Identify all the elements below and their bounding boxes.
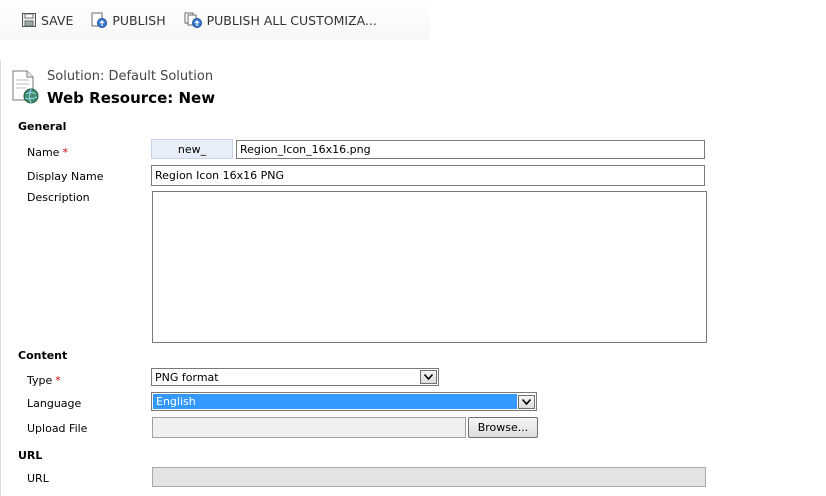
language-label: Language: [27, 397, 82, 410]
publish-icon: [91, 12, 108, 28]
general-section-heading: General: [18, 120, 67, 133]
name-label: Name: [27, 146, 60, 159]
url-section-heading: URL: [18, 449, 43, 462]
required-marker: *: [62, 146, 68, 159]
upload-file-input[interactable]: [152, 417, 466, 438]
description-textarea[interactable]: [152, 191, 707, 343]
publish-all-button[interactable]: PUBLISH ALL CUSTOMIZA...: [184, 12, 377, 28]
left-border: [0, 60, 1, 496]
url-input: [152, 467, 706, 487]
description-label: Description: [27, 191, 90, 204]
display-name-label: Display Name: [27, 170, 104, 183]
type-select-value: PNG format: [155, 370, 219, 384]
command-bar: SAVE PUBLISH PUBLISH ALL CUSTOMIZA...: [0, 0, 430, 40]
chevron-down-icon[interactable]: [518, 394, 535, 409]
web-resource-icon: [12, 70, 40, 108]
publish-button[interactable]: PUBLISH: [91, 12, 166, 28]
publish-label: PUBLISH: [112, 12, 166, 28]
name-label-row: Name *: [27, 146, 68, 159]
language-select[interactable]: English: [151, 392, 537, 411]
url-label: URL: [27, 472, 49, 485]
type-label: Type: [27, 374, 53, 387]
content-section-heading: Content: [18, 349, 68, 362]
type-select[interactable]: PNG format: [151, 368, 439, 386]
name-input[interactable]: Region_Icon_16x16.png: [236, 140, 705, 159]
type-label-row: Type *: [27, 374, 61, 387]
name-prefix: new_: [151, 139, 233, 159]
save-icon: [22, 13, 36, 27]
solution-name: Solution: Default Solution: [47, 69, 214, 84]
browse-button[interactable]: Browse...: [468, 417, 538, 438]
publish-all-label: PUBLISH ALL CUSTOMIZA...: [206, 12, 377, 28]
language-select-value: English: [153, 394, 517, 409]
save-button[interactable]: SAVE: [22, 13, 73, 28]
page-title: Web Resource: New: [47, 89, 216, 107]
publish-all-icon: [184, 12, 202, 28]
save-label: SAVE: [41, 12, 74, 28]
chevron-down-icon[interactable]: [420, 370, 437, 384]
upload-file-label: Upload File: [27, 422, 88, 435]
display-name-input[interactable]: Region Icon 16x16 PNG: [151, 165, 705, 186]
required-marker: *: [55, 374, 61, 387]
